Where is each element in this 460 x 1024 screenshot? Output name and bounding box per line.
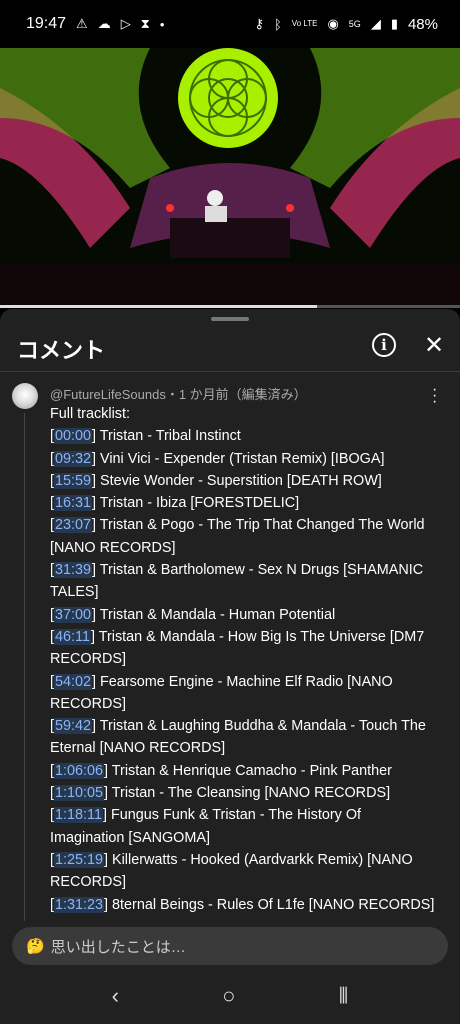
track-line: [1:06:06] Tristan & Henrique Camacho - P…	[50, 762, 392, 779]
track-line: [00:00] Tristan - Tribal Instinct	[50, 428, 241, 445]
track-title: Tristan & Bartholomew - Sex N Drugs [SHA…	[50, 562, 424, 601]
track-title: Killerwatts - Hooked (Aardvarkk Remix) […	[50, 851, 413, 891]
comments-sheet: コメント i ✕ @FutureLifeSounds・1 か月前（編集済み） ·…	[0, 309, 460, 1024]
comment-body: Full tracklist: [00:00] Tristan - Tribal…	[50, 403, 435, 916]
timestamp-link[interactable]: 00:00	[54, 428, 93, 445]
track-title: Tristan - The Cleansing [NANO RECORDS]	[111, 785, 391, 802]
system-nav-bar: ‹ ○ ⦀	[0, 968, 460, 1024]
timestamp-link[interactable]: 1:10:05	[54, 785, 105, 802]
status-bar: 19:47 ⚠ ☁ ▷ ⧗ • ⚷ ᛒ Vo LTE ◉ 5G ◢ ▮ 48%	[0, 0, 460, 48]
track-line: [31:39] Tristan & Bartholomew - Sex N Dr…	[50, 562, 424, 601]
signal-icon: ◢	[370, 16, 381, 31]
bluetooth-icon: ᛒ	[273, 16, 282, 32]
dot-icon: •	[159, 16, 165, 32]
timestamp-link[interactable]: 1:06:06	[54, 762, 105, 779]
timestamp-link[interactable]: 54:02	[54, 673, 93, 690]
track-line: [1:25:19] Killerwatts - Hooked (Aardvark…	[50, 851, 413, 891]
track-title: Tristan & Mandala - Human Potential	[99, 606, 336, 623]
track-line: [1:18:11] Fungus Funk & Tristan - The Hi…	[50, 807, 362, 846]
warning-icon: ⚠	[76, 16, 88, 31]
hotspot-icon: ◉	[327, 16, 339, 31]
track-title: Tristan - Ibiza [FORESTDELIC]	[99, 495, 300, 512]
thread-line	[24, 413, 25, 921]
timestamp-link[interactable]: 09:32	[54, 450, 93, 467]
divider	[0, 371, 460, 372]
video-progress-bar[interactable]	[0, 305, 460, 308]
track-title: 8ternal Beings - Rules Of L1fe [NANO REC…	[112, 896, 435, 913]
video-frame-art	[0, 48, 460, 306]
track-line: [1:31:23] 8ternal Beings - Rules Of L1fe…	[50, 896, 435, 913]
back-icon[interactable]: ‹	[112, 983, 119, 1009]
volte-icon: Vo LTE	[291, 19, 318, 28]
battery-icon: ▮	[390, 16, 398, 31]
timestamp-link[interactable]: 16:31	[54, 495, 93, 512]
timestamp-link[interactable]: 23:07	[54, 517, 93, 534]
key-icon: ⚷	[254, 16, 264, 31]
track-title: Tristan & Mandala - How Big Is The Unive…	[50, 628, 425, 668]
track-line: [1:10:05] Tristan - The Cleansing [NANO …	[50, 785, 391, 802]
track-title: Tristan & Henrique Camacho - Pink Panthe…	[111, 762, 392, 779]
track-line: [16:31] Tristan - Ibiza [FORESTDELIC]	[50, 495, 300, 512]
timestamp-link[interactable]: 59:42	[54, 718, 93, 735]
recents-icon[interactable]: ⦀	[339, 983, 349, 1009]
comment-item: @FutureLifeSounds・1 か月前（編集済み） · · · Full t…	[0, 373, 460, 921]
track-line: [09:32] Vini Vici - Expender (Tristan Re…	[50, 450, 385, 467]
track-title: Tristan & Laughing Buddha & Mandala - To…	[50, 718, 426, 757]
timestamp-link[interactable]: 15:59	[54, 472, 93, 489]
track-line: [15:59] Stevie Wonder - Superstition [DE…	[50, 472, 382, 489]
track-line: [37:00] Tristan & Mandala - Human Potent…	[50, 606, 336, 623]
video-progress-fill	[0, 305, 318, 308]
network-type: 5G	[348, 19, 361, 29]
track-title: Tristan & Pogo - The Trip That Changed T…	[50, 517, 425, 556]
track-line: [46:11] Tristan & Mandala - How Big Is T…	[50, 628, 425, 668]
tracklist: [00:00] Tristan - Tribal Instinct [09:32]…	[50, 425, 435, 916]
cloud-icon: ☁	[97, 16, 111, 31]
track-title: Vini Vici - Expender (Tristan Remix) [IB…	[100, 450, 385, 467]
timestamp-link[interactable]: 1:25:19	[54, 851, 105, 868]
close-icon: ✕	[424, 332, 445, 359]
avatar[interactable]	[12, 383, 38, 409]
home-icon[interactable]: ○	[222, 983, 235, 1009]
comment-intro: Full tracklist:	[50, 406, 130, 422]
play-store-icon: ▷	[120, 16, 131, 31]
track-line: [54:02] Fearsome Engine - Machine Elf Ra…	[50, 673, 393, 712]
timestamp-link[interactable]: 1:18:11	[54, 807, 103, 824]
sheet-title: コメント	[17, 338, 106, 363]
video-player[interactable]	[0, 48, 460, 306]
info-button[interactable]: i	[372, 333, 396, 357]
timestamp-link[interactable]: 46:11	[54, 628, 91, 645]
track-title: Tristan - Tribal Instinct	[99, 428, 241, 445]
track-line: [59:42] Tristan & Laughing Buddha & Mand…	[50, 718, 426, 757]
comment-input-placeholder: 思い出したことは…	[50, 938, 186, 956]
battery-percent: 48%	[407, 15, 438, 33]
timestamp-link[interactable]: 37:00	[54, 606, 93, 623]
track-title: Stevie Wonder - Superstition [DEATH ROW]	[100, 472, 382, 489]
clock: 19:47	[26, 15, 67, 32]
info-icon: i	[381, 336, 387, 354]
emoji-icon: 🤔	[26, 938, 45, 955]
close-button[interactable]: ✕	[424, 331, 444, 360]
timestamp-link[interactable]: 1:31:23	[54, 896, 105, 913]
timestamp-link[interactable]: 31:39	[54, 562, 93, 579]
comment-meta: @FutureLifeSounds・1 か月前（編集済み）	[50, 387, 307, 402]
track-title: Fearsome Engine - Machine Elf Radio [NAN…	[50, 673, 393, 712]
track-line: [23:07] Tristan & Pogo - The Trip That C…	[50, 517, 425, 556]
drag-handle[interactable]	[211, 317, 249, 321]
hourglass-icon: ⧗	[140, 16, 150, 31]
comment-input[interactable]: 🤔 思い出したことは…	[12, 927, 448, 965]
